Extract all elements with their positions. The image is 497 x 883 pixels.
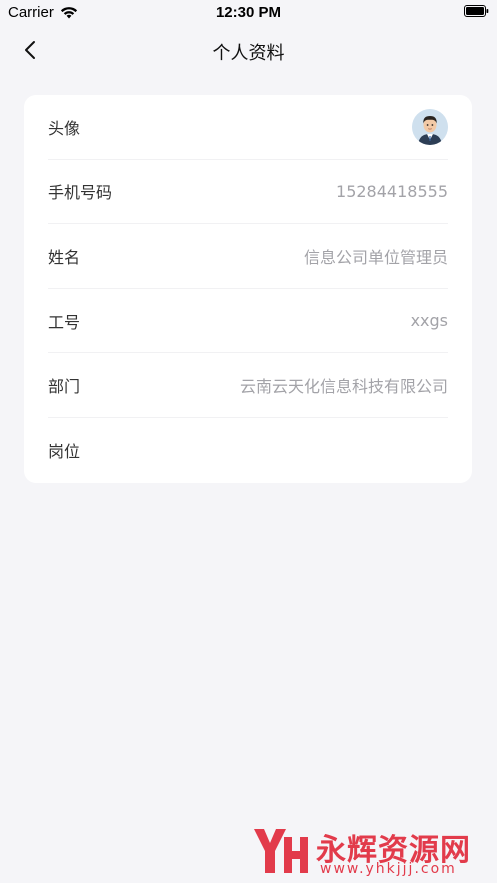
- row-avatar[interactable]: 头像: [48, 95, 448, 160]
- battery-icon: [464, 5, 489, 17]
- employee-id-value: xxgs: [410, 311, 448, 331]
- status-bar: Carrier 12:30 PM: [0, 0, 497, 28]
- employee-id-label: 工号: [48, 312, 81, 332]
- department-label: 部门: [48, 377, 81, 397]
- watermark-url: www.yhkjjj.com: [320, 861, 457, 877]
- row-department[interactable]: 部门 云南云天化信息科技有限公司: [48, 353, 448, 418]
- profile-card: 头像 手机号码 15284418555 姓名 信息公司单位管理员 工号 xxgs…: [24, 95, 472, 483]
- position-label: 岗位: [48, 442, 81, 462]
- name-label: 姓名: [48, 247, 81, 267]
- department-value: 云南云天化信息科技有限公司: [239, 377, 448, 397]
- name-value: 信息公司单位管理员: [303, 247, 448, 267]
- phone-value: 15284418555: [336, 181, 448, 201]
- watermark: 永辉资源网 www.yhkjjj.com: [250, 823, 480, 879]
- avatar-label: 头像: [48, 118, 81, 138]
- avatar[interactable]: [412, 108, 448, 145]
- navigation-bar: 个人资料: [0, 28, 497, 72]
- phone-label: 手机号码: [48, 183, 113, 203]
- row-name[interactable]: 姓名 信息公司单位管理员: [48, 224, 448, 289]
- watermark-logo-icon: [254, 829, 308, 873]
- page-title: 个人资料: [212, 43, 285, 64]
- row-phone[interactable]: 手机号码 15284418555: [48, 160, 448, 225]
- clock: 12:30 PM: [215, 4, 282, 21]
- avatar-person-icon: [412, 108, 448, 145]
- row-position[interactable]: 岗位: [48, 418, 448, 483]
- row-employee-id[interactable]: 工号 xxgs: [48, 289, 448, 354]
